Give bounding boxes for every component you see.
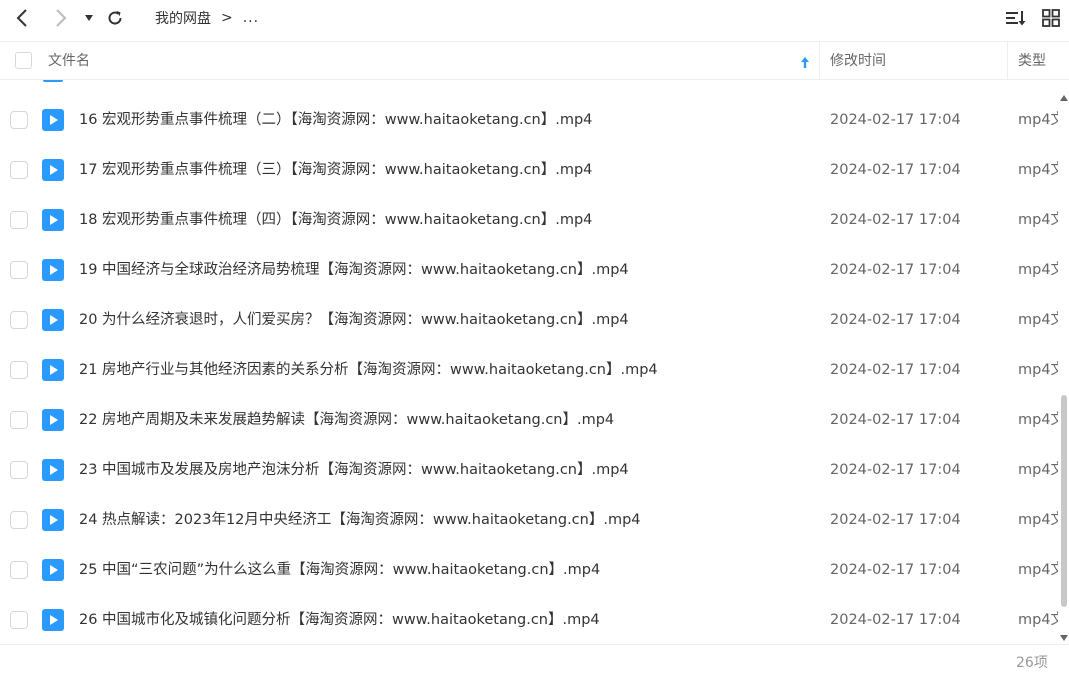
column-divider[interactable] <box>1007 42 1008 80</box>
file-row[interactable]: 25 中国“三农问题”为什么这么重【海淘资源网：www.haitaoketang… <box>0 545 1059 595</box>
file-name[interactable]: 23 中国城市及发展及房地产泡沫分析【海淘资源网：www.haitaoketan… <box>79 445 629 495</box>
row-checkbox[interactable] <box>10 311 28 329</box>
row-checkbox[interactable] <box>10 411 28 429</box>
file-name[interactable]: 18 宏观形势重点事件梳理（四）【海淘资源网：www.haitaoketang.… <box>79 195 592 245</box>
file-type: mp4文件 <box>1018 112 1058 128</box>
file-name[interactable]: 24 热点解读：2023年12月中央经济工【海淘资源网：www.haitaoke… <box>79 495 641 545</box>
file-type: mp4文件 <box>1018 312 1058 328</box>
sort-icon[interactable] <box>1003 5 1029 31</box>
row-checkbox[interactable] <box>10 561 28 579</box>
file-type: mp4文件 <box>1018 462 1058 478</box>
file-type: mp4文件 <box>1018 212 1058 228</box>
toolbar: 我的网盘 > ... <box>0 0 1069 36</box>
footer-divider <box>0 644 1069 645</box>
file-name[interactable]: 20 为什么经济衰退时，人们爱买房？【海淘资源网：www.haitaoketan… <box>79 295 629 345</box>
file-modified-time: 2024-02-17 17:04 <box>830 412 961 428</box>
file-list: 16 宏观形势重点事件梳理（二）【海淘资源网：www.haitaoketang.… <box>0 80 1059 643</box>
file-row[interactable]: 22 房地产周期及未来发展趋势解读【海淘资源网：www.haitaoketang… <box>0 395 1059 445</box>
file-type: mp4文件 <box>1018 162 1058 178</box>
video-file-icon <box>42 259 64 281</box>
file-name[interactable]: 22 房地产周期及未来发展趋势解读【海淘资源网：www.haitaoketang… <box>79 395 614 445</box>
scroll-up-arrow-icon[interactable] <box>1060 86 1068 105</box>
file-row[interactable]: 23 中国城市及发展及房地产泡沫分析【海淘资源网：www.haitaoketan… <box>0 445 1059 495</box>
breadcrumb: 我的网盘 > ... <box>155 0 259 36</box>
file-modified-time: 2024-02-17 17:04 <box>830 262 961 278</box>
back-icon[interactable] <box>9 5 35 31</box>
column-time-header[interactable]: 修改时间 <box>830 42 886 80</box>
file-modified-time: 2024-02-17 17:04 <box>830 562 961 578</box>
column-type-header[interactable]: 类型 <box>1018 42 1046 80</box>
video-file-icon <box>42 159 64 181</box>
video-file-icon <box>42 609 64 631</box>
refresh-icon[interactable] <box>102 5 128 31</box>
column-name-header[interactable]: 文件名 <box>48 42 90 80</box>
file-row[interactable]: 24 热点解读：2023年12月中央经济工【海淘资源网：www.haitaoke… <box>0 495 1059 545</box>
file-modified-time: 2024-02-17 17:04 <box>830 512 961 528</box>
column-header: 文件名 修改时间 类型 <box>0 41 1069 80</box>
file-name[interactable]: 17 宏观形势重点事件梳理（三）【海淘资源网：www.haitaoketang.… <box>79 145 592 195</box>
video-file-icon <box>42 509 64 531</box>
file-modified-time: 2024-02-17 17:04 <box>830 162 961 178</box>
file-modified-time: 2024-02-17 17:04 <box>830 312 961 328</box>
forward-icon[interactable] <box>48 5 74 31</box>
row-checkbox[interactable] <box>10 611 28 629</box>
file-row[interactable]: 18 宏观形势重点事件梳理（四）【海淘资源网：www.haitaoketang.… <box>0 195 1059 245</box>
row-checkbox[interactable] <box>10 511 28 529</box>
file-type: mp4文件 <box>1018 562 1058 578</box>
file-modified-time: 2024-02-17 17:04 <box>830 612 961 628</box>
file-name[interactable]: 21 房地产行业与其他经济因素的关系分析【海淘资源网：www.haitaoket… <box>79 345 658 395</box>
dropdown-icon[interactable] <box>76 5 102 31</box>
file-type: mp4文件 <box>1018 412 1058 428</box>
breadcrumb-separator: > <box>221 10 233 26</box>
grid-view-icon[interactable] <box>1038 5 1064 31</box>
breadcrumb-root[interactable]: 我的网盘 <box>155 8 211 28</box>
file-name[interactable]: 25 中国“三农问题”为什么这么重【海淘资源网：www.haitaoketang… <box>79 545 600 595</box>
video-file-icon <box>42 559 64 581</box>
file-type: mp4文件 <box>1018 512 1058 528</box>
file-row[interactable]: 21 房地产行业与其他经济因素的关系分析【海淘资源网：www.haitaoket… <box>0 345 1059 395</box>
video-file-icon <box>42 359 64 381</box>
row-checkbox[interactable] <box>10 461 28 479</box>
video-file-icon <box>42 459 64 481</box>
file-row[interactable]: 20 为什么经济衰退时，人们爱买房？【海淘资源网：www.haitaoketan… <box>0 295 1059 345</box>
video-file-icon <box>43 80 63 82</box>
file-row[interactable]: 26 中国城市化及城镇化问题分析【海淘资源网：www.haitaoketang.… <box>0 595 1059 643</box>
scroll-down-arrow-icon[interactable] <box>1060 626 1068 645</box>
file-name[interactable]: 26 中国城市化及城镇化问题分析【海淘资源网：www.haitaoketang.… <box>79 595 600 643</box>
file-modified-time: 2024-02-17 17:04 <box>830 462 961 478</box>
row-checkbox[interactable] <box>10 361 28 379</box>
scrollbar-thumb[interactable] <box>1061 395 1067 607</box>
file-row[interactable]: 16 宏观形势重点事件梳理（二）【海淘资源网：www.haitaoketang.… <box>0 95 1059 145</box>
row-checkbox[interactable] <box>10 111 28 129</box>
item-count: 26项 <box>1016 655 1048 671</box>
file-modified-time: 2024-02-17 17:04 <box>830 112 961 128</box>
video-file-icon <box>42 309 64 331</box>
file-type: mp4文件 <box>1018 612 1058 628</box>
file-name[interactable]: 19 中国经济与全球政治经济局势梳理【海淘资源网：www.haitaoketan… <box>79 245 629 295</box>
row-checkbox[interactable] <box>10 161 28 179</box>
video-file-icon <box>42 409 64 431</box>
file-modified-time: 2024-02-17 17:04 <box>830 362 961 378</box>
row-checkbox[interactable] <box>10 211 28 229</box>
breadcrumb-more[interactable]: ... <box>243 10 259 26</box>
file-row[interactable]: 19 中国经济与全球政治经济局势梳理【海淘资源网：www.haitaoketan… <box>0 245 1059 295</box>
sort-ascending-icon[interactable] <box>800 54 810 73</box>
column-divider[interactable] <box>819 42 820 80</box>
file-row[interactable]: 17 宏观形势重点事件梳理（三）【海淘资源网：www.haitaoketang.… <box>0 145 1059 195</box>
file-name[interactable]: 16 宏观形势重点事件梳理（二）【海淘资源网：www.haitaoketang.… <box>79 95 592 145</box>
row-checkbox[interactable] <box>10 261 28 279</box>
video-file-icon <box>42 209 64 231</box>
video-file-icon <box>42 109 64 131</box>
select-all-checkbox[interactable] <box>15 52 32 69</box>
file-type: mp4文件 <box>1018 262 1058 278</box>
file-modified-time: 2024-02-17 17:04 <box>830 212 961 228</box>
file-type: mp4文件 <box>1018 362 1058 378</box>
